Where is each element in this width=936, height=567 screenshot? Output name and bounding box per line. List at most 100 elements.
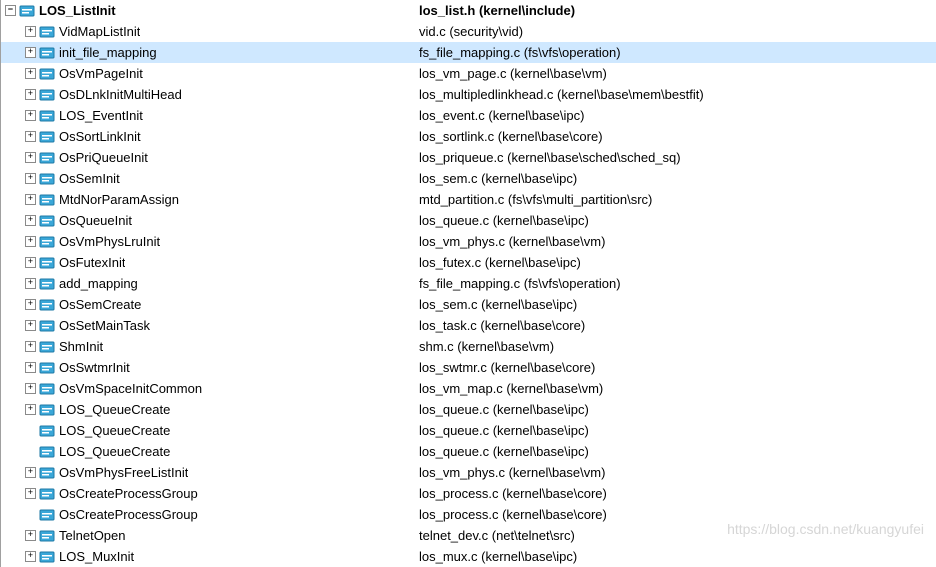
expand-icon[interactable]: +	[25, 173, 36, 184]
tree-indent	[1, 357, 25, 378]
path-column: los_vm_page.c (kernel\base\vm)	[419, 66, 936, 81]
function-icon	[39, 297, 55, 313]
expand-icon[interactable]: +	[25, 551, 36, 562]
expand-icon[interactable]: +	[25, 530, 36, 541]
tree-indent	[1, 462, 25, 483]
tree-indent	[1, 420, 25, 441]
tree-row[interactable]: +init_file_mappingfs_file_mapping.c (fs\…	[1, 42, 936, 63]
expand-icon[interactable]: +	[25, 194, 36, 205]
tree-indent	[1, 546, 25, 567]
tree-row[interactable]: +OsVmPageInitlos_vm_page.c (kernel\base\…	[1, 63, 936, 84]
expand-icon[interactable]: +	[25, 110, 36, 121]
tree-row[interactable]: +OsSemInitlos_sem.c (kernel\base\ipc)	[1, 168, 936, 189]
symbol-name: OsDLnkInitMultiHead	[59, 87, 182, 102]
expand-icon[interactable]: +	[25, 404, 36, 415]
tree-indent	[1, 252, 25, 273]
expand-icon[interactable]: +	[25, 47, 36, 58]
tree-row[interactable]: +OsDLnkInitMultiHeadlos_multipledlinkhea…	[1, 84, 936, 105]
tree-root-row[interactable]: − LOS_ListInit los_list.h (kernel\includ…	[1, 0, 936, 21]
path-column: los_event.c (kernel\base\ipc)	[419, 108, 936, 123]
tree-row[interactable]: +MtdNorParamAssignmtd_partition.c (fs\vf…	[1, 189, 936, 210]
tree-children: +VidMapListInitvid.c (security\vid)+init…	[1, 21, 936, 567]
symbol-path: los_priqueue.c (kernel\base\sched\sched_…	[419, 150, 681, 165]
tree-indent	[1, 42, 25, 63]
expand-icon[interactable]: +	[25, 467, 36, 478]
tree-indent	[1, 336, 25, 357]
tree-row[interactable]: +LOS_EventInitlos_event.c (kernel\base\i…	[1, 105, 936, 126]
tree-row[interactable]: +OsSwtmrInitlos_swtmr.c (kernel\base\cor…	[1, 357, 936, 378]
function-icon	[39, 24, 55, 40]
tree-row[interactable]: +OsCreateProcessGrouplos_process.c (kern…	[1, 483, 936, 504]
symbol-name: OsFutexInit	[59, 255, 125, 270]
function-icon	[19, 3, 35, 19]
expand-icon[interactable]: +	[25, 68, 36, 79]
expand-icon[interactable]: +	[25, 236, 36, 247]
expand-icon[interactable]: +	[25, 131, 36, 142]
path-column: los_process.c (kernel\base\core)	[419, 507, 936, 522]
expand-icon[interactable]: +	[25, 362, 36, 373]
name-column: +OsVmPhysLruInit	[1, 231, 419, 252]
symbol-path: telnet_dev.c (net\telnet\src)	[419, 528, 575, 543]
tree-row[interactable]: +OsQueueInitlos_queue.c (kernel\base\ipc…	[1, 210, 936, 231]
tree-row[interactable]: OsCreateProcessGrouplos_process.c (kerne…	[1, 504, 936, 525]
expand-icon[interactable]: +	[25, 299, 36, 310]
function-icon	[39, 108, 55, 124]
expand-icon[interactable]: +	[25, 383, 36, 394]
tree-indent	[1, 126, 25, 147]
collapse-icon[interactable]: −	[5, 5, 16, 16]
expand-icon[interactable]: +	[25, 257, 36, 268]
tree-row[interactable]: + OsFutexInit los_futex.c (kernel\base\ipc…	[1, 252, 936, 273]
symbol-name: OsCreateProcessGroup	[59, 486, 198, 501]
expand-icon[interactable]: +	[25, 488, 36, 499]
symbol-path: los_vm_phys.c (kernel\base\vm)	[419, 234, 605, 249]
tree-indent	[1, 63, 25, 84]
path-column: los_sem.c (kernel\base\ipc)	[419, 171, 936, 186]
expand-icon[interactable]: +	[25, 278, 36, 289]
name-column: +LOS_QueueCreate	[1, 399, 419, 420]
expand-icon[interactable]: +	[25, 215, 36, 226]
root-name: LOS_ListInit	[39, 3, 116, 18]
tree-row[interactable]: +OsSemCreatelos_sem.c (kernel\base\ipc)	[1, 294, 936, 315]
name-column: +init_file_mapping	[1, 42, 419, 63]
tree-row[interactable]: +OsSortLinkInitlos_sortlink.c (kernel\ba…	[1, 126, 936, 147]
path-column: los_queue.c (kernel\base\ipc)	[419, 402, 936, 417]
path-column: los_swtmr.c (kernel\base\core)	[419, 360, 936, 375]
name-column: +OsSemInit	[1, 168, 419, 189]
tree-row[interactable]: + OsSetMainTask los_task.c (kernel\base\co…	[1, 315, 936, 336]
symbol-path: los_queue.c (kernel\base\ipc)	[419, 402, 589, 417]
function-icon	[39, 381, 55, 397]
tree-row[interactable]: +VidMapListInitvid.c (security\vid)	[1, 21, 936, 42]
expand-icon[interactable]: +	[25, 320, 36, 331]
symbol-path: los_mux.c (kernel\base\ipc)	[419, 549, 577, 564]
expand-icon[interactable]: +	[25, 89, 36, 100]
expand-icon[interactable]: +	[25, 152, 36, 163]
tree-row[interactable]: LOS_QueueCreatelos_queue.c (kernel\base\…	[1, 420, 936, 441]
function-icon	[39, 255, 55, 271]
tree-row[interactable]: LOS_QueueCreatelos_queue.c (kernel\base\…	[1, 441, 936, 462]
symbol-name: MtdNorParamAssign	[59, 192, 179, 207]
symbol-name: OsSortLinkInit	[59, 129, 141, 144]
function-icon	[39, 87, 55, 103]
path-column: los_vm_phys.c (kernel\base\vm)	[419, 234, 936, 249]
symbol-name: OsSetMainTask	[59, 318, 150, 333]
tree-indent	[1, 189, 25, 210]
function-icon	[39, 45, 55, 61]
tree-row[interactable]: +OsVmSpaceInitCommonlos_vm_map.c (kernel…	[1, 378, 936, 399]
tree-row[interactable]: +OsVmPhysLruInitlos_vm_phys.c (kernel\ba…	[1, 231, 936, 252]
path-column: los_futex.c (kernel\base\ipc)	[419, 255, 936, 270]
expand-icon[interactable]: +	[25, 26, 36, 37]
name-column: + OsSortLinkInit	[1, 126, 419, 147]
tree-row[interactable]: +OsPriQueueInitlos_priqueue.c (kernel\ba…	[1, 147, 936, 168]
symbol-path: los_task.c (kernel\base\core)	[419, 318, 585, 333]
path-column: los_priqueue.c (kernel\base\sched\sched_…	[419, 150, 936, 165]
path-column: los_queue.c (kernel\base\ipc)	[419, 444, 936, 459]
name-column: +OsQueueInit	[1, 210, 419, 231]
name-column: +OsVmPageInit	[1, 63, 419, 84]
tree-row[interactable]: +LOS_MuxInitlos_mux.c (kernel\base\ipc)	[1, 546, 936, 567]
tree-row[interactable]: +OsVmPhysFreeListInitlos_vm_phys.c (kern…	[1, 462, 936, 483]
expand-icon[interactable]: +	[25, 341, 36, 352]
tree-row[interactable]: +add_mappingfs_file_mapping.c (fs\vfs\op…	[1, 273, 936, 294]
name-column: LOS_QueueCreate	[1, 441, 419, 462]
tree-row[interactable]: +LOS_QueueCreatelos_queue.c (kernel\base…	[1, 399, 936, 420]
tree-row[interactable]: +ShmInitshm.c (kernel\base\vm)	[1, 336, 936, 357]
